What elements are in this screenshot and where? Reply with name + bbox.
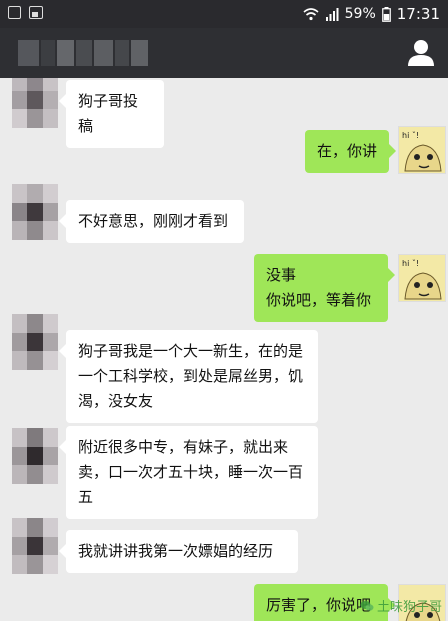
contact-name-blurred[interactable] (18, 40, 148, 66)
contact-avatar[interactable] (12, 428, 58, 484)
doge-avatar-icon: hi ˇ! (399, 127, 445, 173)
notification-icon (8, 6, 21, 19)
battery-icon (381, 6, 391, 22)
contact-avatar[interactable] (12, 78, 58, 128)
own-avatar[interactable]: hi ˇ! (398, 254, 446, 302)
signal-icon (325, 7, 339, 21)
clock-time: 17:31 (396, 5, 440, 23)
message-bubble[interactable]: 狗子哥我是一个大一新生，在的是一个工科学校，到处是屌丝男，饥渴，没女友 (59, 330, 318, 423)
person-icon[interactable] (404, 36, 438, 70)
contact-avatar[interactable] (12, 314, 58, 370)
own-avatar[interactable]: hi ˇ! (398, 126, 446, 174)
svg-text:hi ˇ!: hi ˇ! (402, 130, 419, 140)
message-bubble[interactable]: 不好意思，刚刚才看到 (59, 200, 244, 243)
message-bubble[interactable]: 附近很多中专，有妹子，就出来卖，口一次才五十块，睡一次一百五 (59, 426, 318, 519)
watermark: 土味狗子哥 (360, 596, 442, 615)
message-bubble[interactable]: 没事 你说吧，等着你 (254, 254, 395, 322)
doge-avatar-icon: hi ˇ! (399, 255, 445, 301)
contact-avatar[interactable] (12, 184, 58, 240)
message-bubble[interactable]: 我就讲讲我第一次嫖娼的经历 (59, 530, 298, 573)
svg-text:hi ˇ!: hi ˇ! (402, 258, 419, 268)
status-bar: 59% 17:31 (0, 0, 448, 28)
wechat-logo-icon (360, 600, 374, 611)
message-bubble[interactable]: 在，你讲 (305, 130, 396, 173)
chat-area[interactable]: 狗子哥投稿 在，你讲 hi ˇ! 不好意思，刚刚才看到 没事 你说吧，等着你 h… (0, 78, 448, 621)
message-bubble[interactable]: 狗子哥投稿 (59, 80, 164, 148)
battery-percent: 59% (344, 6, 376, 22)
image-icon (29, 6, 43, 19)
contact-avatar[interactable] (12, 518, 58, 574)
chat-header (0, 28, 448, 78)
wifi-icon (303, 7, 319, 20)
